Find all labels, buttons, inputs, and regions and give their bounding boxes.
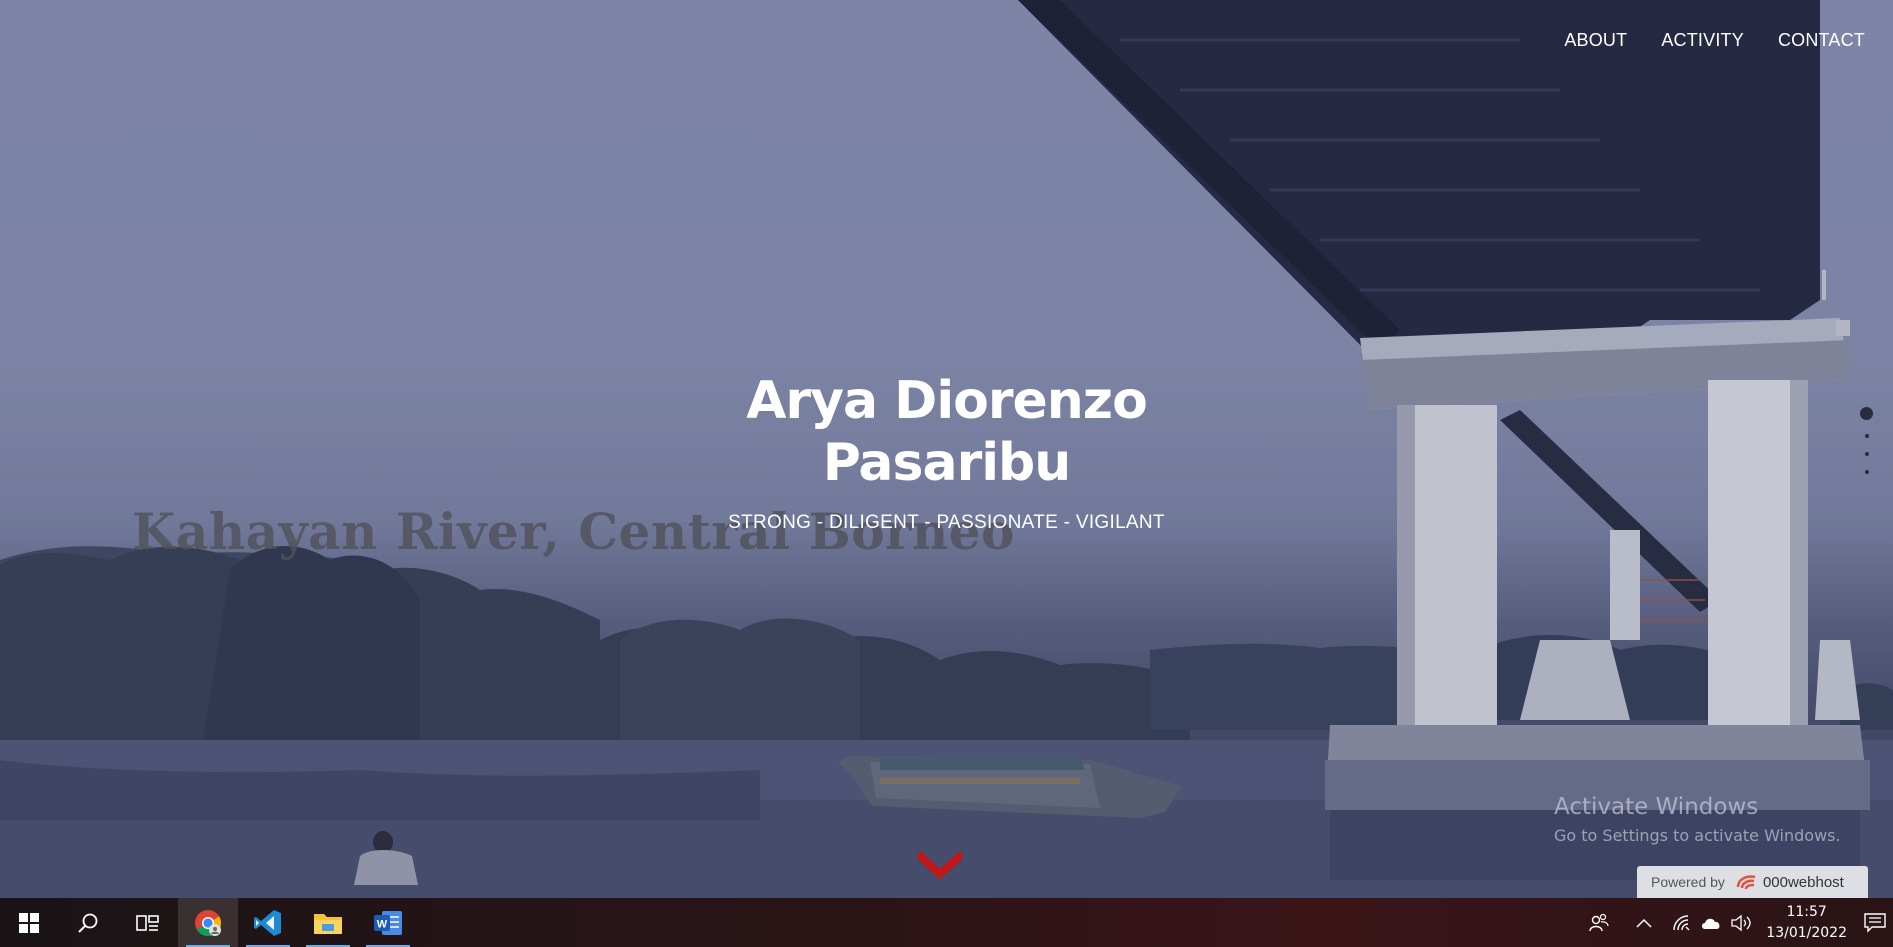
windows-taskbar: W 11:57 13/01/2022 bbox=[0, 898, 1893, 947]
top-navigation: ABOUT ACTIVITY CONTACT bbox=[1564, 30, 1865, 51]
task-view-icon bbox=[136, 914, 159, 931]
nav-contact-link[interactable]: CONTACT bbox=[1778, 30, 1865, 51]
people-icon bbox=[1589, 913, 1609, 931]
search-icon bbox=[78, 913, 98, 933]
notification-icon bbox=[1864, 912, 1886, 933]
powered-by-label: Powered by bbox=[1651, 874, 1725, 890]
people-button[interactable] bbox=[1576, 898, 1622, 947]
clock-time: 11:57 bbox=[1786, 903, 1827, 920]
nav-about-link[interactable]: ABOUT bbox=[1564, 30, 1627, 51]
hero-section: ABOUT ACTIVITY CONTACT Kahayan River, Ce… bbox=[0, 0, 1893, 898]
chrome-icon bbox=[195, 909, 222, 936]
chevron-up-icon bbox=[1636, 918, 1652, 928]
powered-by-badge[interactable]: Powered by 000webhost bbox=[1637, 866, 1868, 898]
scroll-down-chevron-icon[interactable] bbox=[914, 850, 966, 880]
hero-name-line1: Arya Diorenzo bbox=[746, 371, 1148, 431]
taskbar-file-explorer[interactable] bbox=[298, 898, 358, 947]
show-hidden-icons-button[interactable] bbox=[1622, 898, 1666, 947]
speaker-icon bbox=[1731, 914, 1751, 931]
volume-button[interactable] bbox=[1726, 898, 1756, 947]
action-center-button[interactable] bbox=[1857, 898, 1893, 947]
taskbar-word[interactable]: W bbox=[358, 898, 418, 947]
slide-dot-2[interactable] bbox=[1864, 434, 1869, 438]
wifi-icon bbox=[1673, 914, 1690, 930]
cloud-icon bbox=[1702, 918, 1720, 929]
start-button[interactable] bbox=[0, 898, 58, 947]
hero-title-block: Arya Diorenzo Pasaribu STRONG - DILIGENT… bbox=[0, 370, 1893, 534]
hero-tagline: STRONG - DILIGENT - PASSIONATE - VIGILAN… bbox=[728, 512, 1165, 533]
webhost-logo-icon bbox=[1736, 875, 1756, 890]
vscode-icon bbox=[254, 909, 281, 936]
windows-start-icon bbox=[19, 912, 39, 933]
slide-dot-3[interactable] bbox=[1864, 452, 1869, 456]
onedrive-button[interactable] bbox=[1696, 898, 1726, 947]
hero-name-line2: Pasaribu bbox=[822, 433, 1072, 493]
taskbar-chrome[interactable] bbox=[178, 898, 238, 947]
nav-activity-link[interactable]: ACTIVITY bbox=[1661, 30, 1744, 51]
activate-windows-watermark: Activate Windows Go to Settings to activ… bbox=[1554, 794, 1841, 845]
clock-date: 13/01/2022 bbox=[1766, 924, 1847, 941]
webhost-brand-text: 000webhost bbox=[1762, 873, 1844, 891]
webhost-brand: 000webhost bbox=[1735, 873, 1844, 891]
network-button[interactable] bbox=[1666, 898, 1696, 947]
task-view-button[interactable] bbox=[118, 898, 178, 947]
taskbar-vscode[interactable] bbox=[238, 898, 298, 947]
search-button[interactable] bbox=[58, 898, 118, 947]
word-icon: W bbox=[374, 910, 402, 935]
system-tray: 11:57 13/01/2022 bbox=[1576, 898, 1893, 947]
slide-dot-1[interactable] bbox=[1860, 407, 1873, 420]
slide-dot-4[interactable] bbox=[1864, 470, 1869, 474]
taskbar-clock[interactable]: 11:57 13/01/2022 bbox=[1756, 902, 1857, 944]
activate-windows-subtitle: Go to Settings to activate Windows. bbox=[1554, 826, 1841, 845]
activate-windows-title: Activate Windows bbox=[1554, 794, 1759, 820]
hero-name: Arya Diorenzo Pasaribu bbox=[0, 370, 1893, 494]
slide-indicator bbox=[1860, 407, 1873, 474]
file-explorer-icon bbox=[314, 913, 342, 934]
svg-text:W: W bbox=[377, 918, 388, 930]
